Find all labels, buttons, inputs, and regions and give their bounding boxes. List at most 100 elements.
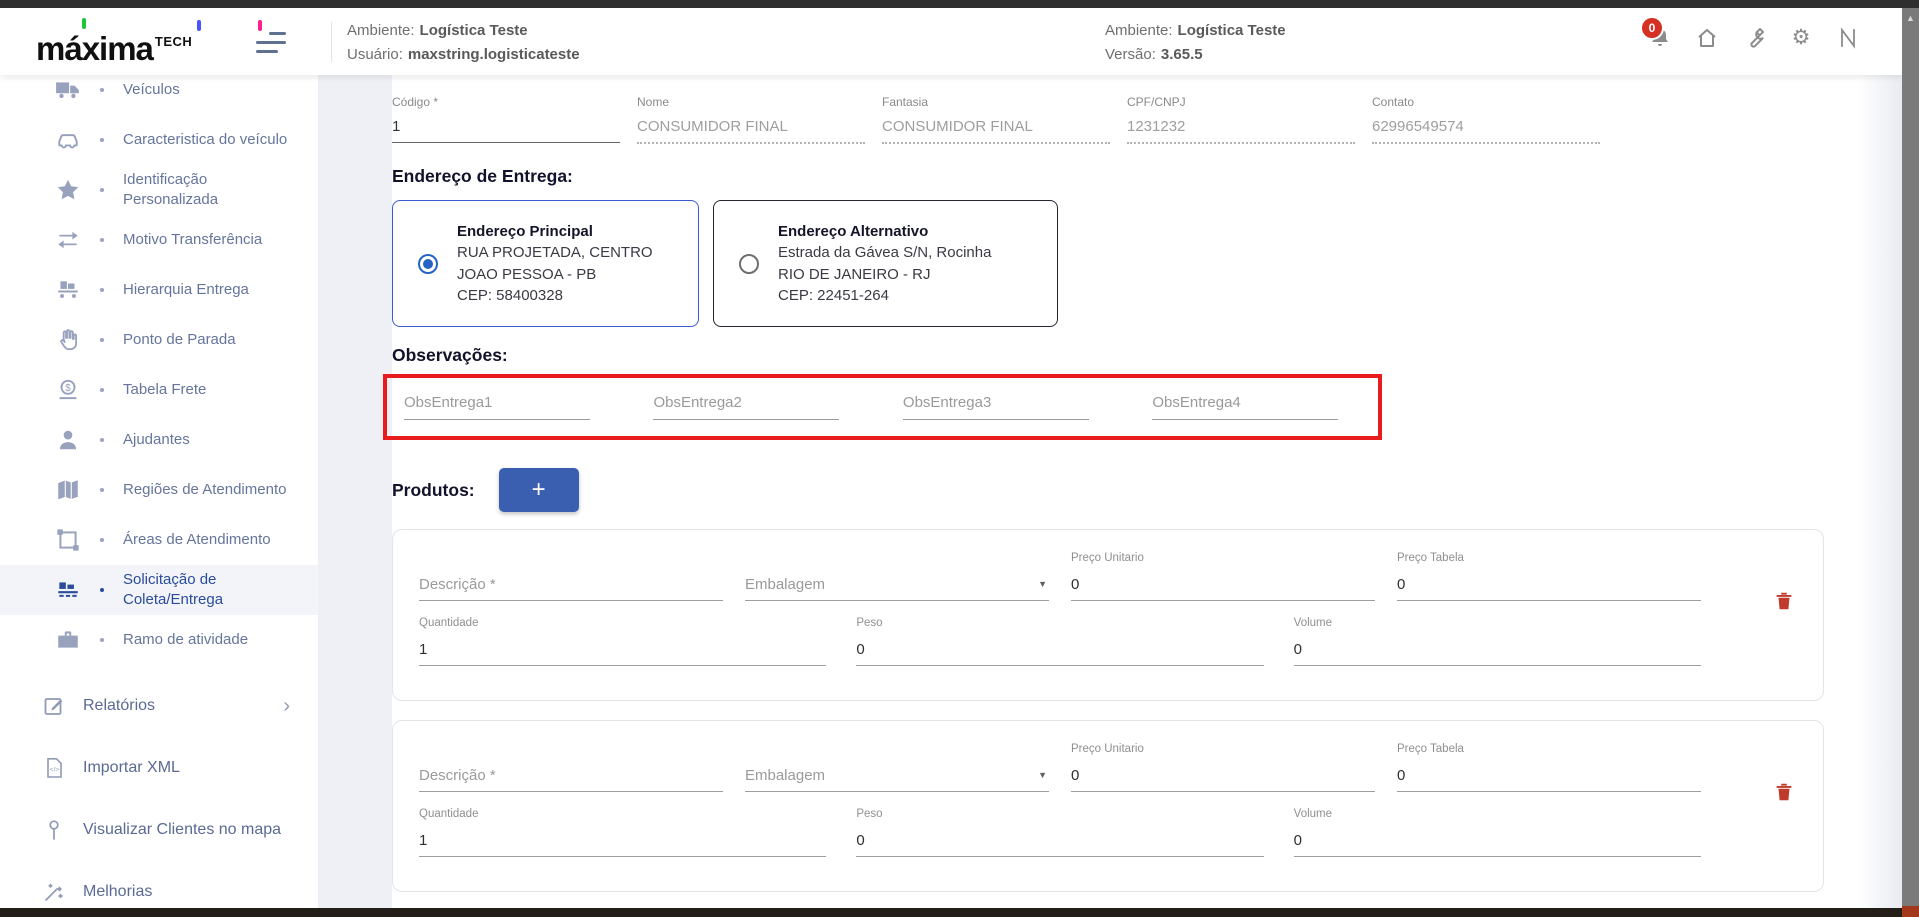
sidebar-item-label: Ponto de Parada — [123, 330, 236, 350]
preco-tabela-input[interactable] — [1397, 574, 1701, 601]
sidebar-item-caracteristica-do-veiculo[interactable]: Caracteristica do veículo — [0, 115, 318, 165]
products-title: Produtos: — [392, 480, 475, 501]
svg-text:$: $ — [65, 383, 71, 394]
sidebar-item-visualizar-clientes-no-mapa[interactable]: Visualizar Clientes no mapa — [0, 803, 318, 857]
sidebar-item-veiculos[interactable]: Veículos — [0, 75, 318, 115]
peso-input[interactable] — [856, 639, 1263, 666]
sidebar-item-areas-de-atendimento[interactable]: Áreas de Atendimento — [0, 515, 318, 565]
wrench-icon[interactable] — [1742, 26, 1766, 50]
obs-entrega-1-input[interactable] — [404, 388, 590, 420]
obs-entrega-3-input[interactable] — [903, 388, 1089, 420]
address-options-row: Endereço Principal RUA PROJETADA, CENTRO… — [392, 200, 1824, 327]
route-icon[interactable] — [1836, 26, 1860, 50]
address-radio[interactable] — [739, 254, 759, 274]
sidebar-item-motivo-transferencia[interactable]: Motivo Transferência — [0, 215, 318, 265]
svg-text:</>: </> — [50, 767, 60, 774]
dropdown-caret-icon[interactable]: ▼ — [1038, 770, 1047, 780]
nome-field: Nome — [637, 95, 865, 144]
field-label: Contato — [1372, 95, 1600, 109]
sidebar-section-label: Visualizar Clientes no mapa — [83, 819, 281, 841]
sidebar-section-label: Relatórios — [83, 695, 155, 717]
delete-product-button[interactable] — [1773, 588, 1797, 614]
sidebar-item-importar-xml[interactable]: </> Importar XML — [0, 741, 318, 795]
endereco-principal-card[interactable]: Endereço Principal RUA PROJETADA, CENTRO… — [392, 200, 699, 327]
codigo-field: Código * — [392, 95, 620, 144]
home-icon[interactable] — [1695, 26, 1719, 50]
field-label: Código * — [392, 95, 620, 109]
sidebar-item-ramo-de-atividade[interactable]: Ramo de atividade — [0, 615, 318, 665]
bullet-dot — [100, 438, 104, 442]
logo-brand-text: máxima — [36, 30, 153, 67]
gear-icon[interactable]: ⚙ — [1789, 26, 1813, 50]
preco-unitario-input[interactable] — [1071, 765, 1375, 792]
field-input[interactable] — [882, 116, 1110, 144]
obs-entrega-2-input[interactable] — [653, 388, 839, 420]
field-input[interactable] — [392, 116, 620, 143]
preco-tabela-label: Preço Tabela — [1397, 552, 1701, 567]
quantidade-input[interactable] — [419, 639, 826, 666]
sidebar-item-solicitacao-de-coleta-entrega[interactable]: Solicitação de Coleta/Entrega — [0, 565, 318, 615]
sidebar-item-ajudantes[interactable]: Ajudantes — [0, 415, 318, 465]
car-icon — [55, 127, 81, 153]
person-icon — [55, 427, 81, 453]
preco-unitario-label: Preço Unitario — [1071, 743, 1375, 758]
product-rows: ▼ Preço Unitario Preço Tabela Quantidade… — [392, 529, 1824, 892]
fantasia-field: Fantasia — [882, 95, 1110, 144]
sidebar-item-label: Caracteristica do veículo — [123, 130, 287, 150]
briefcase-icon — [55, 627, 81, 653]
sidebar-item-melhorias[interactable]: Melhorias — [0, 865, 318, 908]
preco-unitario-input[interactable] — [1071, 574, 1375, 601]
volume-input[interactable] — [1294, 639, 1701, 666]
embalagem-select[interactable] — [745, 765, 1049, 792]
transfer-icon — [55, 227, 81, 253]
logo-suffix-text: TECH — [155, 34, 192, 49]
sidebar-item-hierarquia-entrega[interactable]: Hierarquia Entrega — [0, 265, 318, 315]
embalagem-select[interactable] — [745, 574, 1049, 601]
add-product-button[interactable]: + — [499, 468, 579, 512]
area-icon — [55, 527, 81, 553]
sidebar-item-identificacao-personalizada[interactable]: Identificação Personalizada — [0, 165, 318, 215]
field-input[interactable] — [1372, 116, 1600, 144]
field-label: CPF/CNPJ — [1127, 95, 1355, 109]
sidebar-item-ponto-de-parada[interactable]: Ponto de Parada — [0, 315, 318, 365]
preco-tabela-input[interactable] — [1397, 765, 1701, 792]
descricao-input[interactable] — [419, 574, 723, 601]
sidebar-item-label: Solicitação de Coleta/Entrega — [123, 570, 298, 611]
vertical-scrollbar[interactable]: ▲ — [1902, 8, 1919, 908]
address-title: Endereço Principal — [457, 221, 653, 242]
bullet-dot — [100, 88, 104, 92]
volume-input[interactable] — [1294, 830, 1701, 857]
peso-input[interactable] — [856, 830, 1263, 857]
address-line1: Estrada da Gávea S/N, Rocinha — [778, 242, 991, 263]
quantidade-input[interactable] — [419, 830, 826, 857]
truck-icon — [55, 77, 81, 103]
quantidade-label: Quantidade — [419, 808, 826, 823]
field-input[interactable] — [637, 116, 865, 144]
pin-icon — [42, 818, 66, 842]
hand-icon — [55, 327, 81, 353]
peso-label: Peso — [856, 808, 1263, 823]
address-title: Endereço Alternativo — [778, 221, 991, 242]
delete-product-button[interactable] — [1773, 779, 1797, 805]
sidebar-item-regioes-de-atendimento[interactable]: Regiões de Atendimento — [0, 465, 318, 515]
bullet-dot — [100, 638, 104, 642]
dropdown-caret-icon[interactable]: ▼ — [1038, 579, 1047, 589]
bullet-dot — [100, 288, 104, 292]
money-icon: $ — [55, 377, 81, 403]
edit-icon — [42, 694, 66, 718]
sidebar-item-tabela-frete[interactable]: $ Tabela Frete — [0, 365, 318, 415]
preco-unitario-label: Preço Unitario — [1071, 552, 1375, 567]
main-content: Código * Nome Fantasia CPF/CNPJ Contato … — [318, 75, 1902, 908]
scroll-up-icon[interactable]: ▲ — [1902, 8, 1919, 23]
obs-entrega-4-input[interactable] — [1152, 388, 1338, 420]
sidebar-item-relatorios[interactable]: Relatórios › — [0, 679, 318, 733]
bullet-dot — [100, 538, 104, 542]
field-input[interactable] — [1127, 116, 1355, 144]
address-radio[interactable] — [418, 254, 438, 274]
sidebar-toggle-button[interactable] — [256, 32, 286, 53]
descricao-input[interactable] — [419, 765, 723, 792]
bullet-dot — [100, 488, 104, 492]
bullet-dot — [100, 238, 104, 242]
bullet-dot — [100, 388, 104, 392]
endereco-alternativo-card[interactable]: Endereço Alternativo Estrada da Gávea S/… — [713, 200, 1058, 327]
